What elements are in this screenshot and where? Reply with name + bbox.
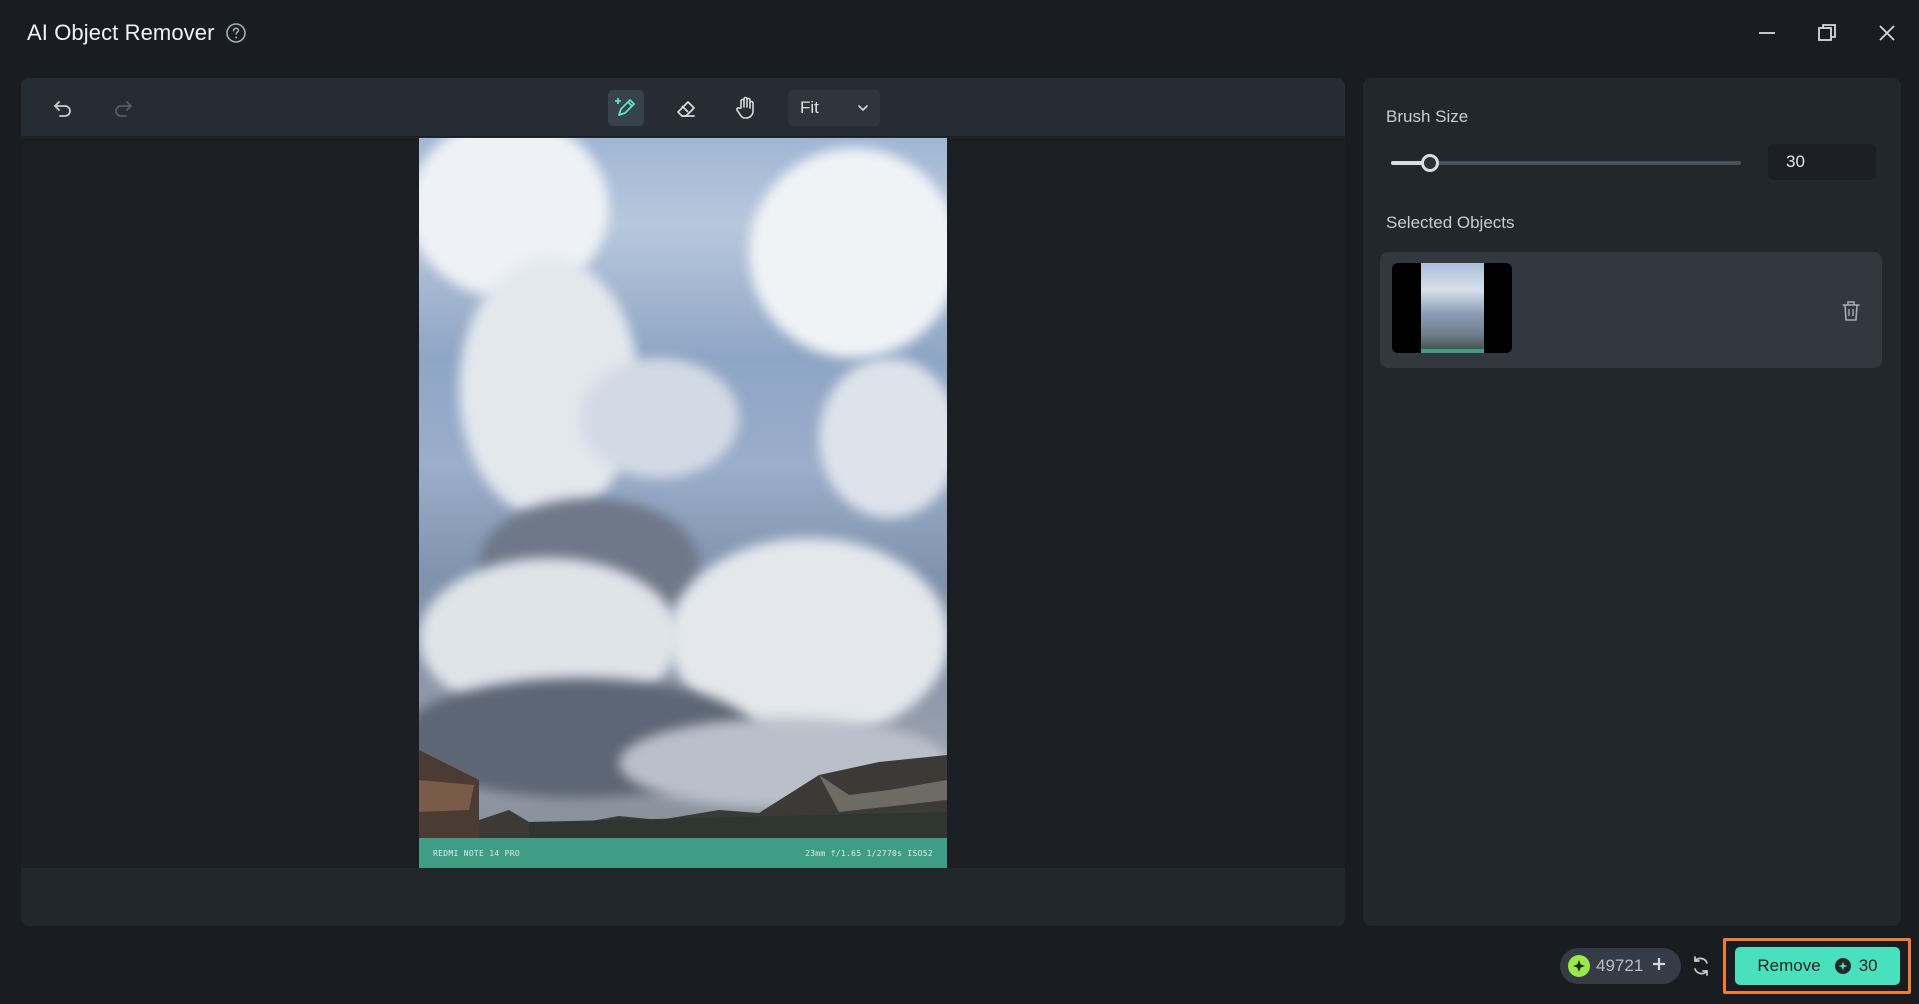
hand-icon[interactable]	[728, 90, 764, 126]
object-thumbnail[interactable]	[1392, 263, 1512, 353]
refresh-icon[interactable]	[1689, 954, 1713, 978]
restore-icon[interactable]	[1812, 18, 1842, 48]
help-icon[interactable]	[224, 21, 248, 45]
credits-count: 49721	[1596, 956, 1644, 975]
minimize-icon[interactable]	[1752, 18, 1782, 48]
settings-panel: Brush Size Selected Objects	[1363, 78, 1901, 926]
trash-icon[interactable]	[1838, 297, 1864, 325]
canvas-area[interactable]: REDMI NOTE 14 PRO 23mm f/1.65 1/2770s IS…	[21, 138, 1345, 868]
remove-button[interactable]: Remove 30	[1735, 947, 1900, 985]
slider-thumb[interactable]	[1421, 154, 1439, 172]
undo-icon[interactable]	[45, 90, 81, 126]
chevron-down-icon	[858, 105, 868, 111]
credit-cost-icon	[1834, 958, 1851, 974]
editor-panel: Fit REDMI NOTE 14 PRO 23mm f/1.65 1/2770…	[21, 78, 1345, 926]
brush-size-input[interactable]	[1768, 144, 1876, 180]
redo-icon[interactable]	[105, 90, 141, 126]
selected-object-item[interactable]	[1380, 252, 1882, 368]
editor-toolbar: Fit	[21, 78, 1345, 137]
remove-cost: 30	[1858, 956, 1878, 975]
add-credits-icon[interactable]	[1651, 956, 1667, 977]
credit-coin-icon	[1568, 955, 1590, 977]
close-icon[interactable]	[1872, 18, 1902, 48]
brush-icon[interactable]	[608, 90, 644, 126]
title-bar: AI Object Remover	[0, 0, 1919, 66]
selected-objects-label: Selected Objects	[1386, 213, 1515, 232]
photo-watermark-strip: REDMI NOTE 14 PRO 23mm f/1.65 1/2770s IS…	[419, 838, 947, 868]
rooftops	[419, 750, 947, 840]
editing-photo[interactable]: REDMI NOTE 14 PRO 23mm f/1.65 1/2770s IS…	[419, 138, 947, 868]
app-title: AI Object Remover	[27, 20, 215, 45]
credits-badge: 49721	[1560, 948, 1681, 984]
camera-model-text: REDMI NOTE 14 PRO	[433, 848, 520, 858]
eraser-icon[interactable]	[668, 90, 704, 126]
editor-footer	[21, 868, 1345, 926]
camera-settings-text: 23mm f/1.65 1/2770s ISO52	[805, 848, 933, 858]
remove-label: Remove	[1757, 956, 1821, 975]
brush-size-label: Brush Size	[1386, 107, 1469, 126]
brush-size-slider[interactable]	[1391, 154, 1741, 172]
zoom-select[interactable]: Fit	[788, 90, 880, 126]
zoom-value: Fit	[800, 98, 819, 117]
